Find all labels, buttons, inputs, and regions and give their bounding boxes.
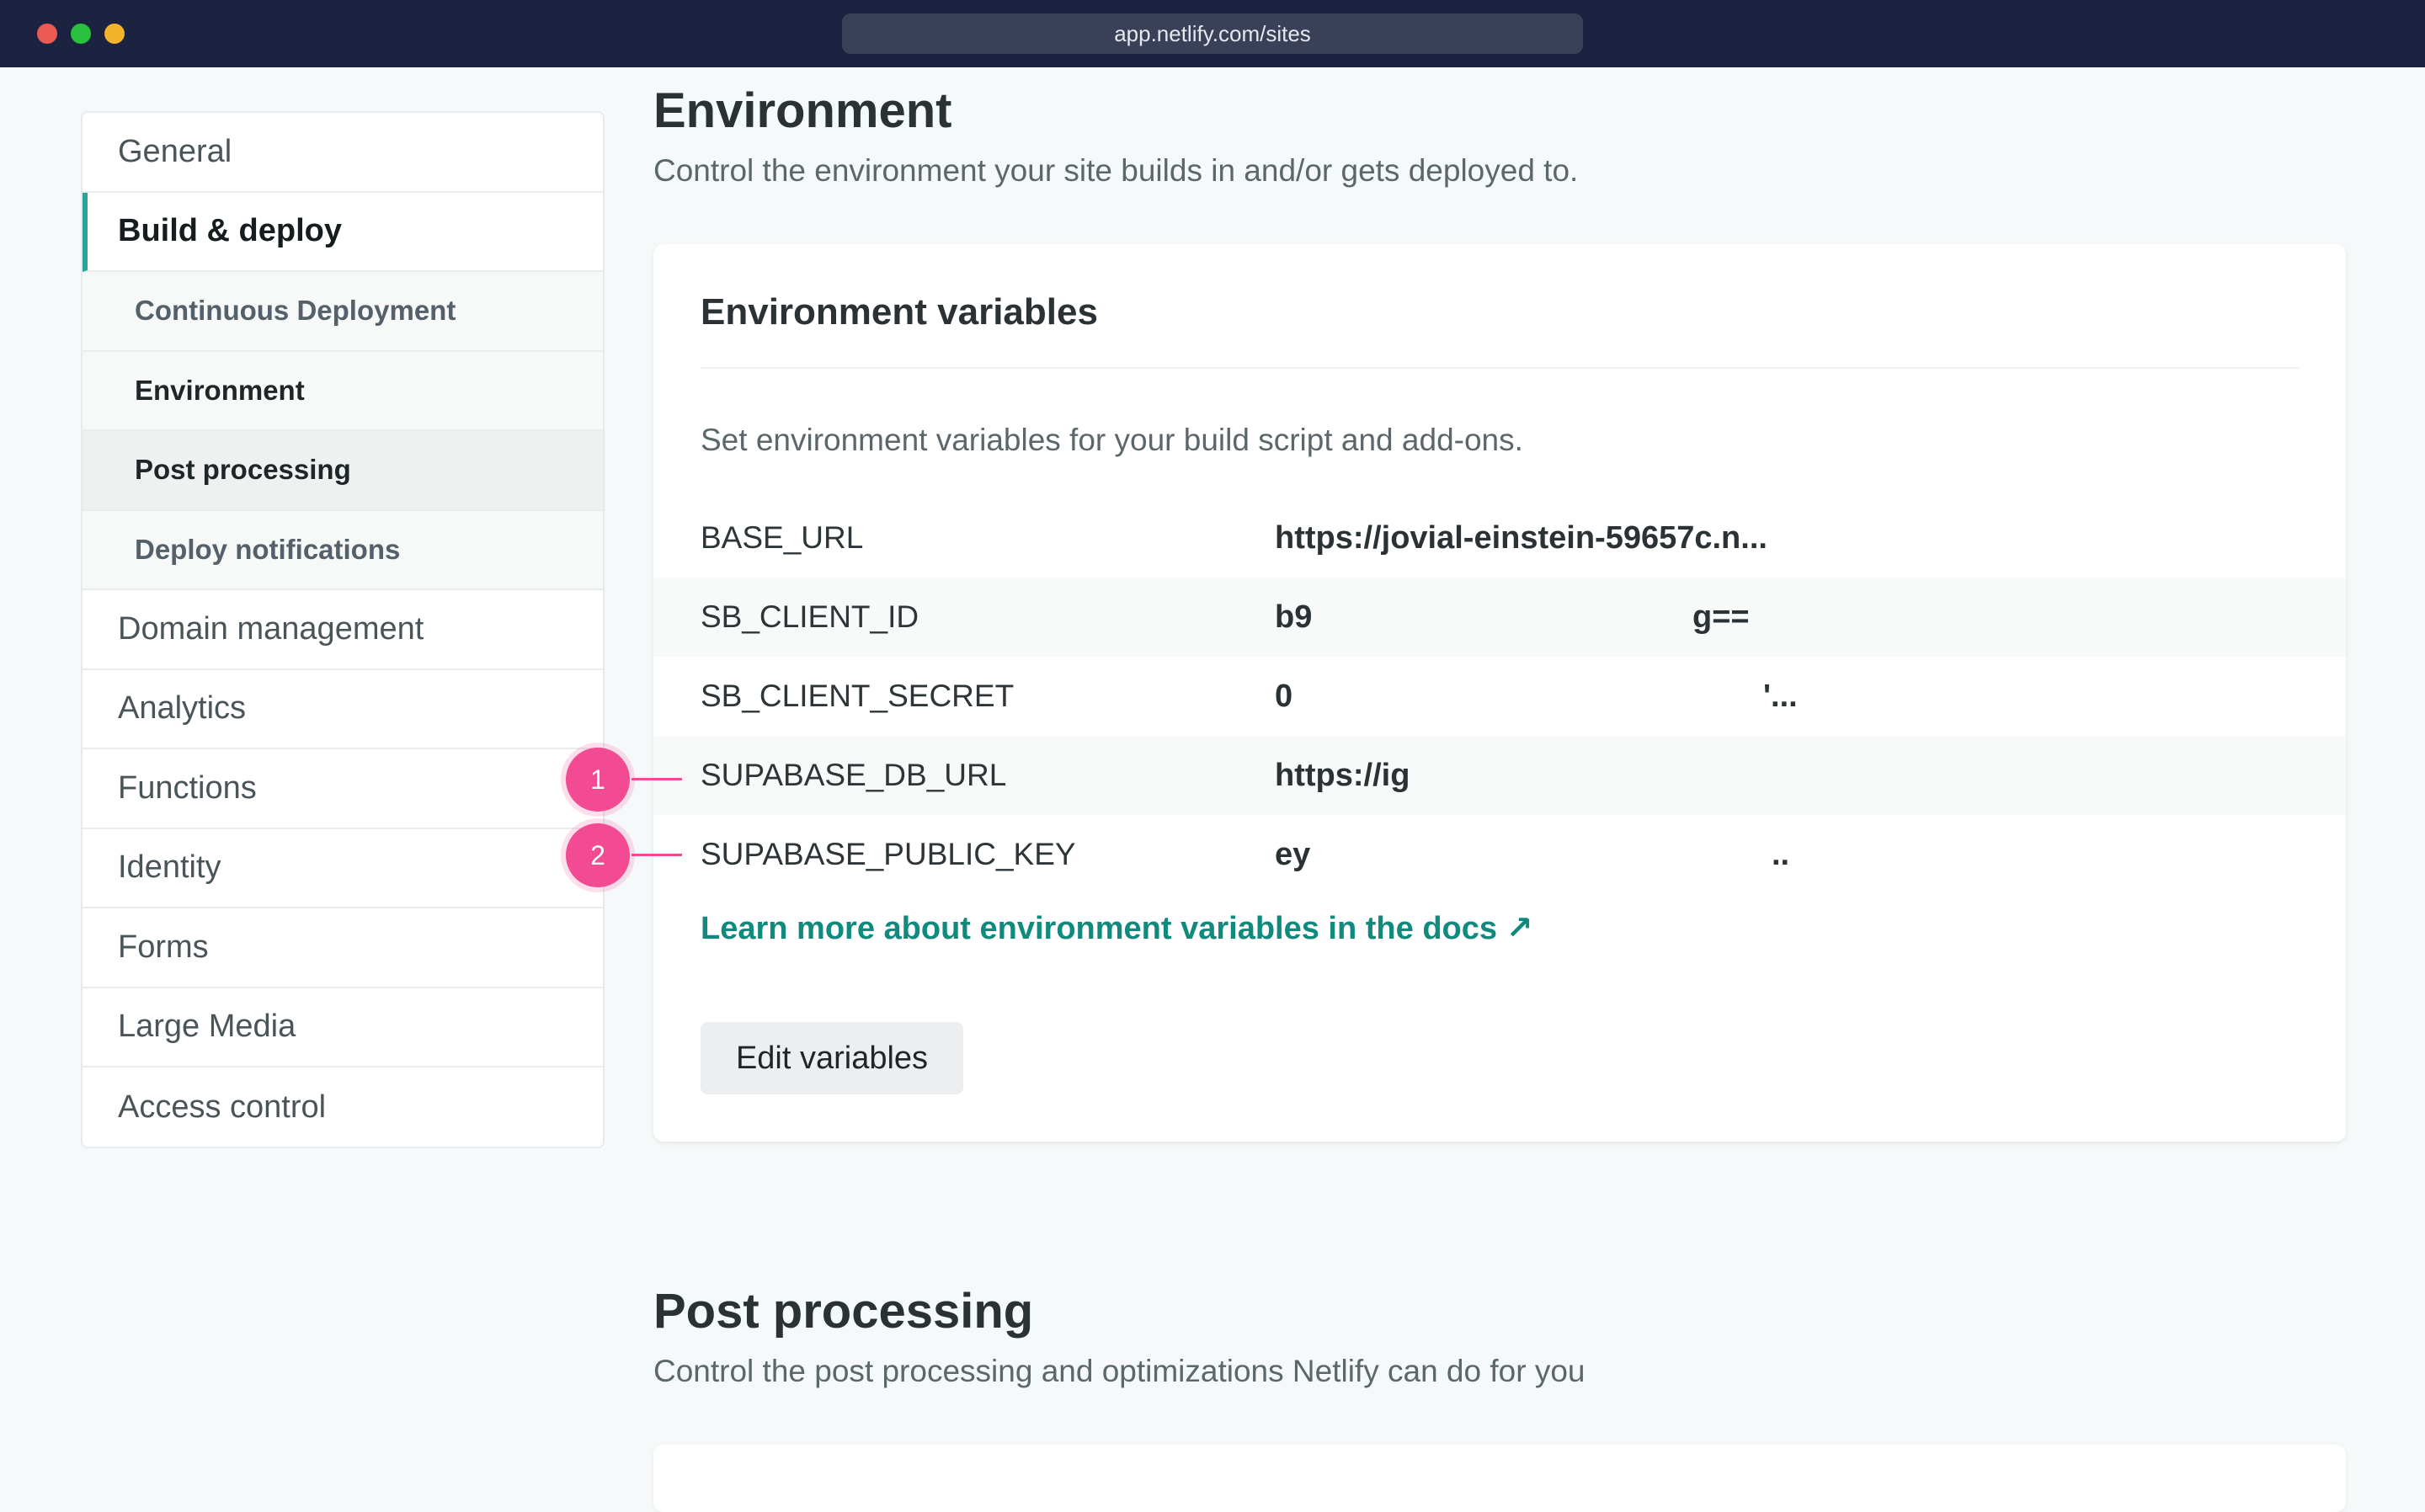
environment-variables-card: Environment variables Set environment va…	[653, 244, 2346, 1142]
sidebar-item-label: Build & deploy	[118, 213, 342, 249]
sidebar-item-label: Environment	[135, 374, 305, 406]
sidebar-subitem-deploy-notifications[interactable]: Deploy notifications	[83, 510, 603, 590]
post-processing-card	[653, 1445, 2346, 1512]
env-var-key: SUPABASE_DB_URL	[701, 758, 1007, 792]
env-var-value: 0	[1275, 679, 1293, 714]
maximize-window-button[interactable]	[71, 24, 91, 44]
card-title: Environment variables	[701, 291, 1098, 333]
env-var-value-tail: g==	[1692, 599, 1750, 635]
divider	[701, 367, 2299, 369]
annotation-connector	[632, 854, 682, 856]
sidebar-item-label: Post processing	[135, 454, 351, 486]
sidebar-item-label: Identity	[118, 849, 221, 886]
env-var-row: BASE_URL https://jovial-einstein-59657c.…	[653, 498, 2346, 578]
sidebar-item-label: Large Media	[118, 1009, 296, 1045]
sidebar-item-label: Analytics	[118, 690, 247, 727]
sidebar-item-analytics[interactable]: Analytics	[83, 669, 603, 749]
sidebar-item-label: Access control	[118, 1089, 327, 1125]
env-var-value-tail: ..	[1772, 837, 1790, 872]
edit-variables-button[interactable]: Edit variables	[701, 1022, 963, 1094]
sidebar-item-label: Functions	[118, 769, 257, 806]
browser-titlebar: app.netlify.com/sites	[0, 0, 2425, 67]
env-docs-link[interactable]: Learn more about environment variables i…	[701, 909, 1532, 947]
sidebar-item-general[interactable]: General	[83, 113, 603, 193]
sidebar-item-label: Continuous Deployment	[135, 295, 456, 327]
section-title-environment: Environment	[653, 83, 952, 138]
sidebar-item-large-media[interactable]: Large Media	[83, 988, 603, 1067]
env-var-row: SB_CLIENT_ID b9 g==	[653, 578, 2346, 657]
env-var-key: SB_CLIENT_SECRET	[701, 679, 1015, 713]
annotation-connector	[632, 778, 682, 780]
sidebar-item-functions[interactable]: Functions	[83, 749, 603, 829]
sidebar-item-domain-management[interactable]: Domain management	[83, 590, 603, 670]
close-window-button[interactable]	[37, 24, 57, 44]
sidebar-subitem-environment[interactable]: Environment	[83, 351, 603, 431]
sidebar-subitem-post-processing[interactable]: Post processing	[83, 431, 603, 511]
sidebar-item-identity[interactable]: Identity	[83, 828, 603, 908]
sidebar-item-label: Domain management	[118, 610, 424, 647]
sidebar-item-access-control[interactable]: Access control	[83, 1067, 603, 1147]
sidebar-item-forms[interactable]: Forms	[83, 908, 603, 988]
section-description-post-processing: Control the post processing and optimiza…	[653, 1354, 1586, 1388]
annotation-marker-1: 1	[566, 748, 630, 812]
sidebar-item-label: General	[118, 133, 232, 169]
env-var-value-tail: '...	[1763, 679, 1798, 714]
card-description: Set environment variables for your build…	[701, 423, 1523, 457]
sidebar-item-label: Forms	[118, 929, 209, 965]
env-var-value: b9	[1275, 599, 1313, 635]
minimize-window-button[interactable]	[104, 24, 125, 44]
env-var-value: https://ig	[1275, 758, 1410, 793]
sidebar-item-label: Deploy notifications	[135, 533, 401, 565]
env-var-value: https://jovial-einstein-59657c.n...	[1275, 520, 1767, 556]
settings-sidebar: General Build & deploy Continuous Deploy…	[81, 111, 605, 1148]
env-var-row: SUPABASE_PUBLIC_KEY ey ..	[653, 815, 2346, 894]
env-var-key: BASE_URL	[701, 520, 864, 555]
env-var-row: SB_CLIENT_SECRET 0 '...	[653, 657, 2346, 736]
env-var-key: SUPABASE_PUBLIC_KEY	[701, 837, 1076, 871]
section-description-environment: Control the environment your site builds…	[653, 153, 1579, 188]
sidebar-item-build-deploy[interactable]: Build & deploy	[83, 192, 603, 272]
env-var-value: ey	[1275, 837, 1311, 872]
sidebar-subitem-continuous-deployment[interactable]: Continuous Deployment	[83, 272, 603, 352]
annotation-marker-2: 2	[566, 823, 630, 887]
env-var-row: SUPABASE_DB_URL https://ig	[653, 736, 2346, 815]
address-bar[interactable]: app.netlify.com/sites	[842, 13, 1583, 54]
section-title-post-processing: Post processing	[653, 1284, 1034, 1339]
env-var-key: SB_CLIENT_ID	[701, 599, 919, 634]
